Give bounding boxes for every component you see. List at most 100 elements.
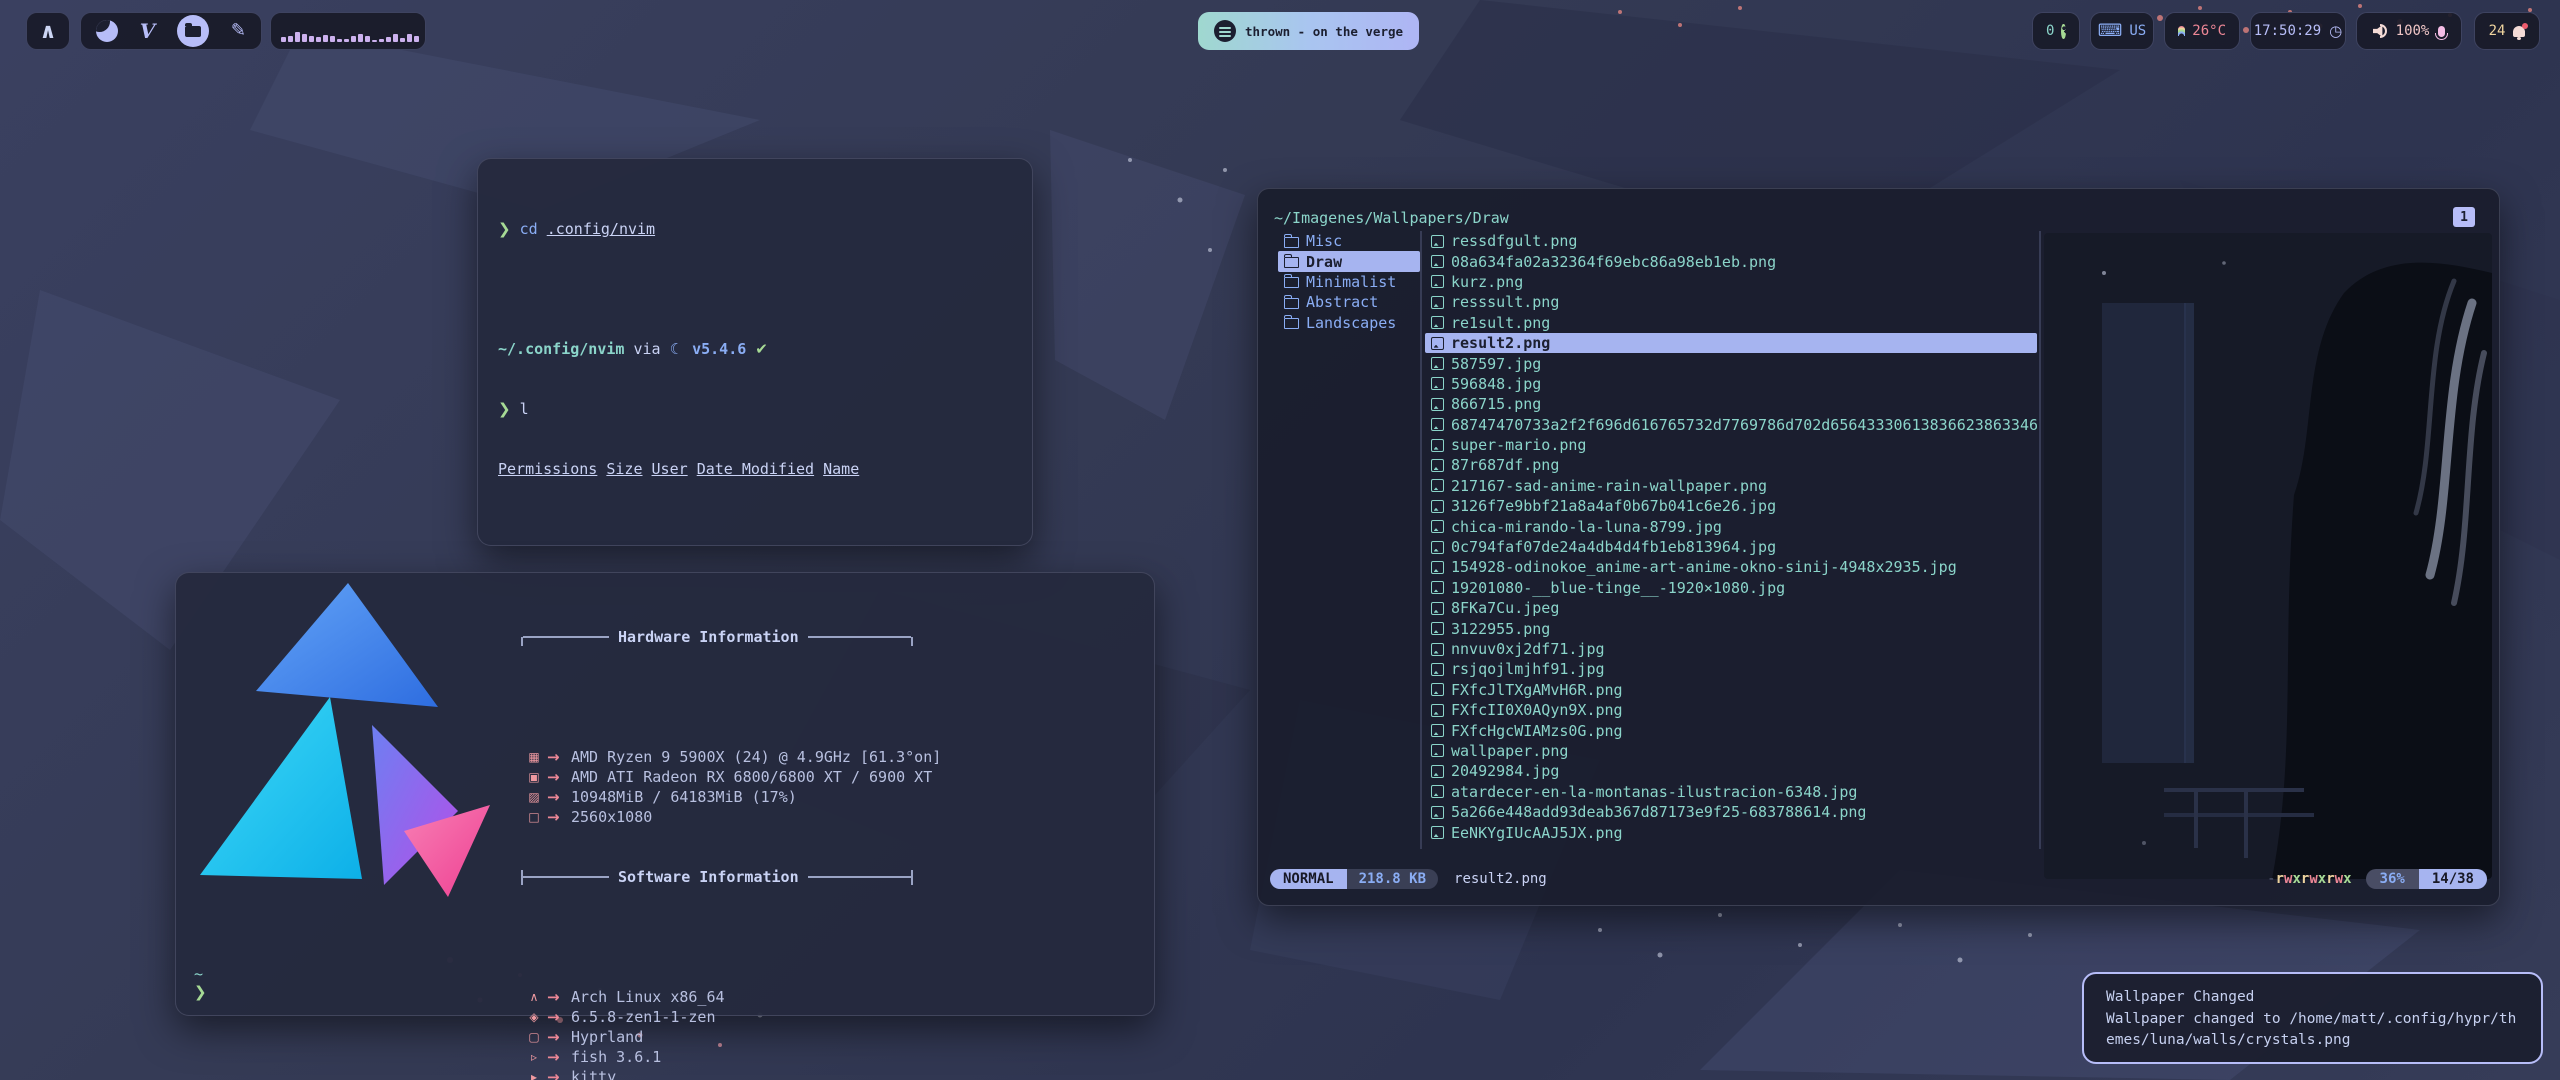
image-file-icon <box>1431 561 1444 574</box>
speaker-icon <box>2373 24 2387 38</box>
image-file-icon <box>1431 275 1444 288</box>
folder-icon <box>1284 298 1299 309</box>
file-list-item[interactable]: resssult.png <box>1425 292 2037 312</box>
paintbrush-icon[interactable]: ✎ <box>231 22 246 40</box>
image-file-icon <box>1431 765 1444 778</box>
image-file-icon <box>1431 235 1444 248</box>
graph-bar <box>351 36 356 42</box>
weather-widget[interactable]: 26°C <box>2164 12 2240 50</box>
file-list-item[interactable]: FXfcII0X0AQyn9X.png <box>1425 700 2037 720</box>
file-list-item[interactable]: result2.png <box>1425 333 2037 353</box>
file-list-item[interactable]: 68747470733a2f2f696d616765732d7769786d70… <box>1425 415 2037 435</box>
volume-widget[interactable]: 100% <box>2356 12 2462 50</box>
file-list-item[interactable]: 20492984.jpg <box>1425 761 2037 781</box>
arrow-icon: → <box>547 1027 571 1047</box>
sidebar-folder-item[interactable]: Landscapes <box>1278 313 1420 333</box>
pane-divider <box>1420 231 1422 849</box>
lua-icon: ☾ <box>670 340 683 358</box>
graph-bar <box>414 36 419 42</box>
arrow-icon: → <box>547 987 571 1007</box>
vim-icon[interactable]: V <box>140 19 156 43</box>
file-list-item[interactable]: 587597.jpg <box>1425 353 2037 373</box>
file-list-item[interactable]: 3126f7e9bbf21a8a4af0b67b041c6e26.jpg <box>1425 496 2037 516</box>
folder-glyph <box>185 26 201 37</box>
file-list-item[interactable]: 0c794faf07de24a4db4d4fb1eb813964.jpg <box>1425 537 2037 557</box>
sidebar-folder-item[interactable]: Misc <box>1278 231 1420 251</box>
file-list-item[interactable]: 5a266e448add93deab367d87173e9f25-6837886… <box>1425 802 2037 822</box>
keyboard-layout-widget[interactable]: ⌨ US <box>2090 12 2154 50</box>
image-file-icon <box>1431 337 1444 350</box>
updates-widget[interactable]: 0 <box>2032 12 2080 50</box>
graph-bar <box>330 36 335 42</box>
file-list-item[interactable]: super-mario.png <box>1425 435 2037 455</box>
file-list-item[interactable]: 217167-sad-anime-rain-wallpaper.png <box>1425 476 2037 496</box>
image-file-icon <box>1431 643 1444 656</box>
file-list-item[interactable]: chica-mirando-la-luna-8799.jpg <box>1425 516 2037 536</box>
image-file-icon <box>1431 296 1444 309</box>
shell-prompt[interactable]: ~ ❯ <box>194 963 207 1000</box>
file-list-item[interactable]: 87r687df.png <box>1425 455 2037 475</box>
image-file-icon <box>1431 255 1444 268</box>
temperature: 26°C <box>2192 23 2226 39</box>
file-list-item[interactable]: 866715.png <box>1425 394 2037 414</box>
image-file-icon <box>1431 500 1444 513</box>
taskbar-apps: V ✎ <box>80 12 262 50</box>
terminal-command-line: ❯ cd .config/nvim <box>498 219 1032 239</box>
cpu-graph-widget[interactable] <box>270 12 426 50</box>
preview-image <box>2044 233 2492 879</box>
image-file-icon <box>1431 316 1444 329</box>
terminal-window[interactable]: ❯ cd .config/nvim ~/.config/nvim via ☾ v… <box>477 158 1033 546</box>
graph-bar <box>407 34 412 42</box>
sidebar-folder-item[interactable]: Draw <box>1278 251 1420 271</box>
file-list-item[interactable]: re1sult.png <box>1425 313 2037 333</box>
file-list-item[interactable]: FXfcHgcWIAMzs0G.png <box>1425 720 2037 740</box>
file-manager-window[interactable]: ~/Imagenes/Wallpapers/Draw 1 MiscDrawMin… <box>1257 188 2500 906</box>
music-player-widget[interactable]: thrown - on the verge <box>1198 12 1419 50</box>
check-icon: ✔ <box>755 340 768 358</box>
palette-dot <box>602 901 615 914</box>
image-file-icon <box>1431 479 1444 492</box>
palette-dot <box>806 901 819 914</box>
file-list-item[interactable]: 596848.jpg <box>1425 374 2037 394</box>
clock-widget[interactable]: 17:50:29 ◷ <box>2250 12 2346 50</box>
sw-icon: ∧ <box>521 987 547 1007</box>
folder-icon <box>1284 277 1299 288</box>
file-manager-icon[interactable] <box>177 15 209 47</box>
app-launcher-button[interactable]: ∧ <box>26 12 70 50</box>
notifications-widget[interactable]: 24 <box>2474 12 2540 50</box>
tab-badge[interactable]: 1 <box>2453 207 2475 227</box>
file-list-item[interactable]: 19201080-__blue-tinge__-1920×1080.jpg <box>1425 578 2037 598</box>
file-list-item[interactable]: kurz.png <box>1425 272 2037 292</box>
firefox-icon[interactable] <box>96 20 118 42</box>
graph-bar <box>337 39 342 42</box>
file-list-item[interactable]: ressdfgult.png <box>1425 231 2037 251</box>
file-list-item[interactable]: 154928-odinokoe_anime-art-anime-okno-sin… <box>1425 557 2037 577</box>
image-file-icon <box>1431 744 1444 757</box>
sidebar-folder-item[interactable]: Abstract <box>1278 292 1420 312</box>
image-file-icon <box>1431 520 1444 533</box>
pacman-icon <box>2061 24 2066 39</box>
notification-popup[interactable]: Wallpaper Changed Wallpaper changed to /… <box>2082 972 2543 1064</box>
file-list-item[interactable]: rsjqojlmjhf91.jpg <box>1425 659 2037 679</box>
system-info-window[interactable]: Hardware Information ▦→AMD Ryzen 9 5900X… <box>175 572 1155 1016</box>
file-list-item[interactable]: wallpaper.png <box>1425 741 2037 761</box>
palette-dot <box>670 901 683 914</box>
sw-icon: ◈ <box>521 1007 547 1027</box>
file-list-item[interactable]: nnvuv0xj2df71.jpg <box>1425 639 2037 659</box>
terminal-command-line: ❯ l <box>498 399 1032 419</box>
sidebar-folder-item[interactable]: Minimalist <box>1278 272 1420 292</box>
arrow-icon: → <box>547 1067 571 1080</box>
scroll-percent-badge: 36% <box>2366 869 2419 889</box>
file-list-item[interactable]: atardecer-en-la-montanas-ilustracion-634… <box>1425 782 2037 802</box>
file-list-item[interactable]: 08a634fa02a32364f69ebc86a98eb1eb.png <box>1425 251 2037 271</box>
file-list-item[interactable]: 3122955.png <box>1425 618 2037 638</box>
file-list-item[interactable]: EeNKYgIUcAAJ5JX.png <box>1425 822 2037 842</box>
file-list-item[interactable]: 8FKa7Cu.jpeg <box>1425 598 2037 618</box>
file-list-item[interactable]: FXfcJlTXgAMvH6R.png <box>1425 680 2037 700</box>
graph-bar <box>288 36 293 42</box>
file-list-pane: ressdfgult.png08a634fa02a32364f69ebc86a9… <box>1425 231 2037 847</box>
palette-dot <box>704 901 717 914</box>
arrow-icon: → <box>547 787 571 807</box>
parent-directory-pane: MiscDrawMinimalistAbstractLandscapes <box>1278 231 1420 333</box>
arrow-icon: → <box>547 767 571 787</box>
